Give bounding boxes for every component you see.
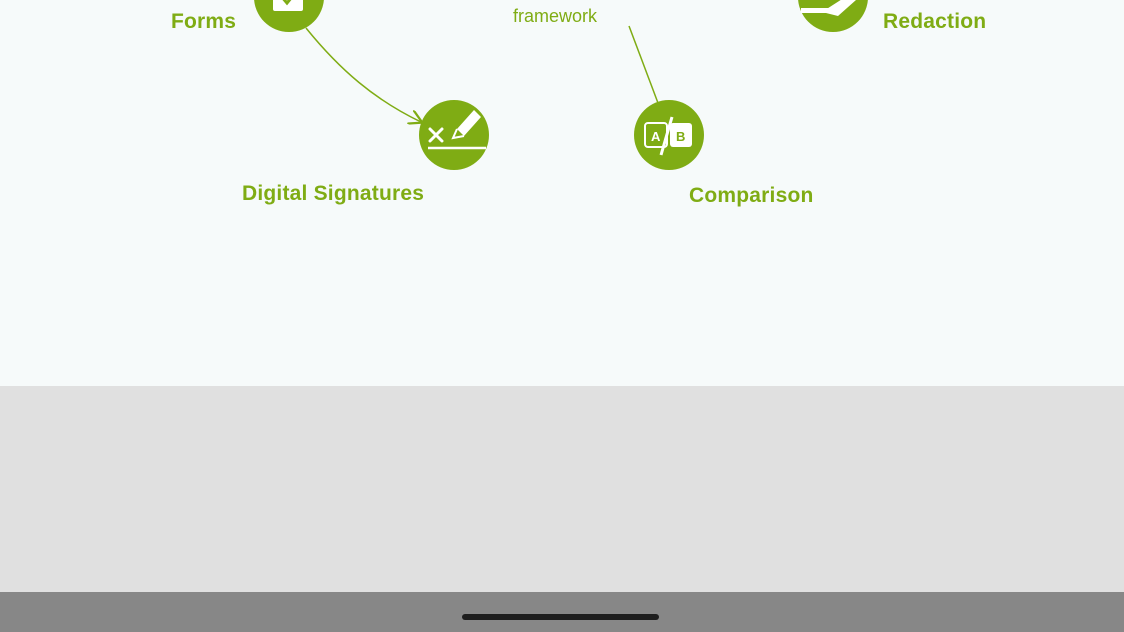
comparison-label: Comparison [689, 184, 814, 207]
diagram-panel: A B Forms Redaction Digital Signatures C… [0, 0, 1124, 386]
digital-signatures-label: Digital Signatures [242, 182, 425, 205]
comparison-icon-b: B [676, 129, 685, 144]
form-checkbox-icon [254, 0, 324, 32]
comparison-icon-a: A [651, 129, 661, 144]
signature-icon [419, 100, 489, 170]
bottom-bar [0, 592, 1124, 632]
forms-label: Forms [171, 10, 237, 33]
framework-annotation: framework [513, 6, 598, 26]
home-indicator[interactable] [462, 614, 659, 620]
comparison-icon: A B [634, 100, 704, 170]
forms-to-signatures-connector [305, 27, 421, 122]
redaction-icon [798, 0, 868, 32]
framework-to-comparison-connector [628, 25, 659, 104]
diagram-canvas: A B [254, 0, 868, 170]
redaction-label: Redaction [883, 10, 987, 33]
